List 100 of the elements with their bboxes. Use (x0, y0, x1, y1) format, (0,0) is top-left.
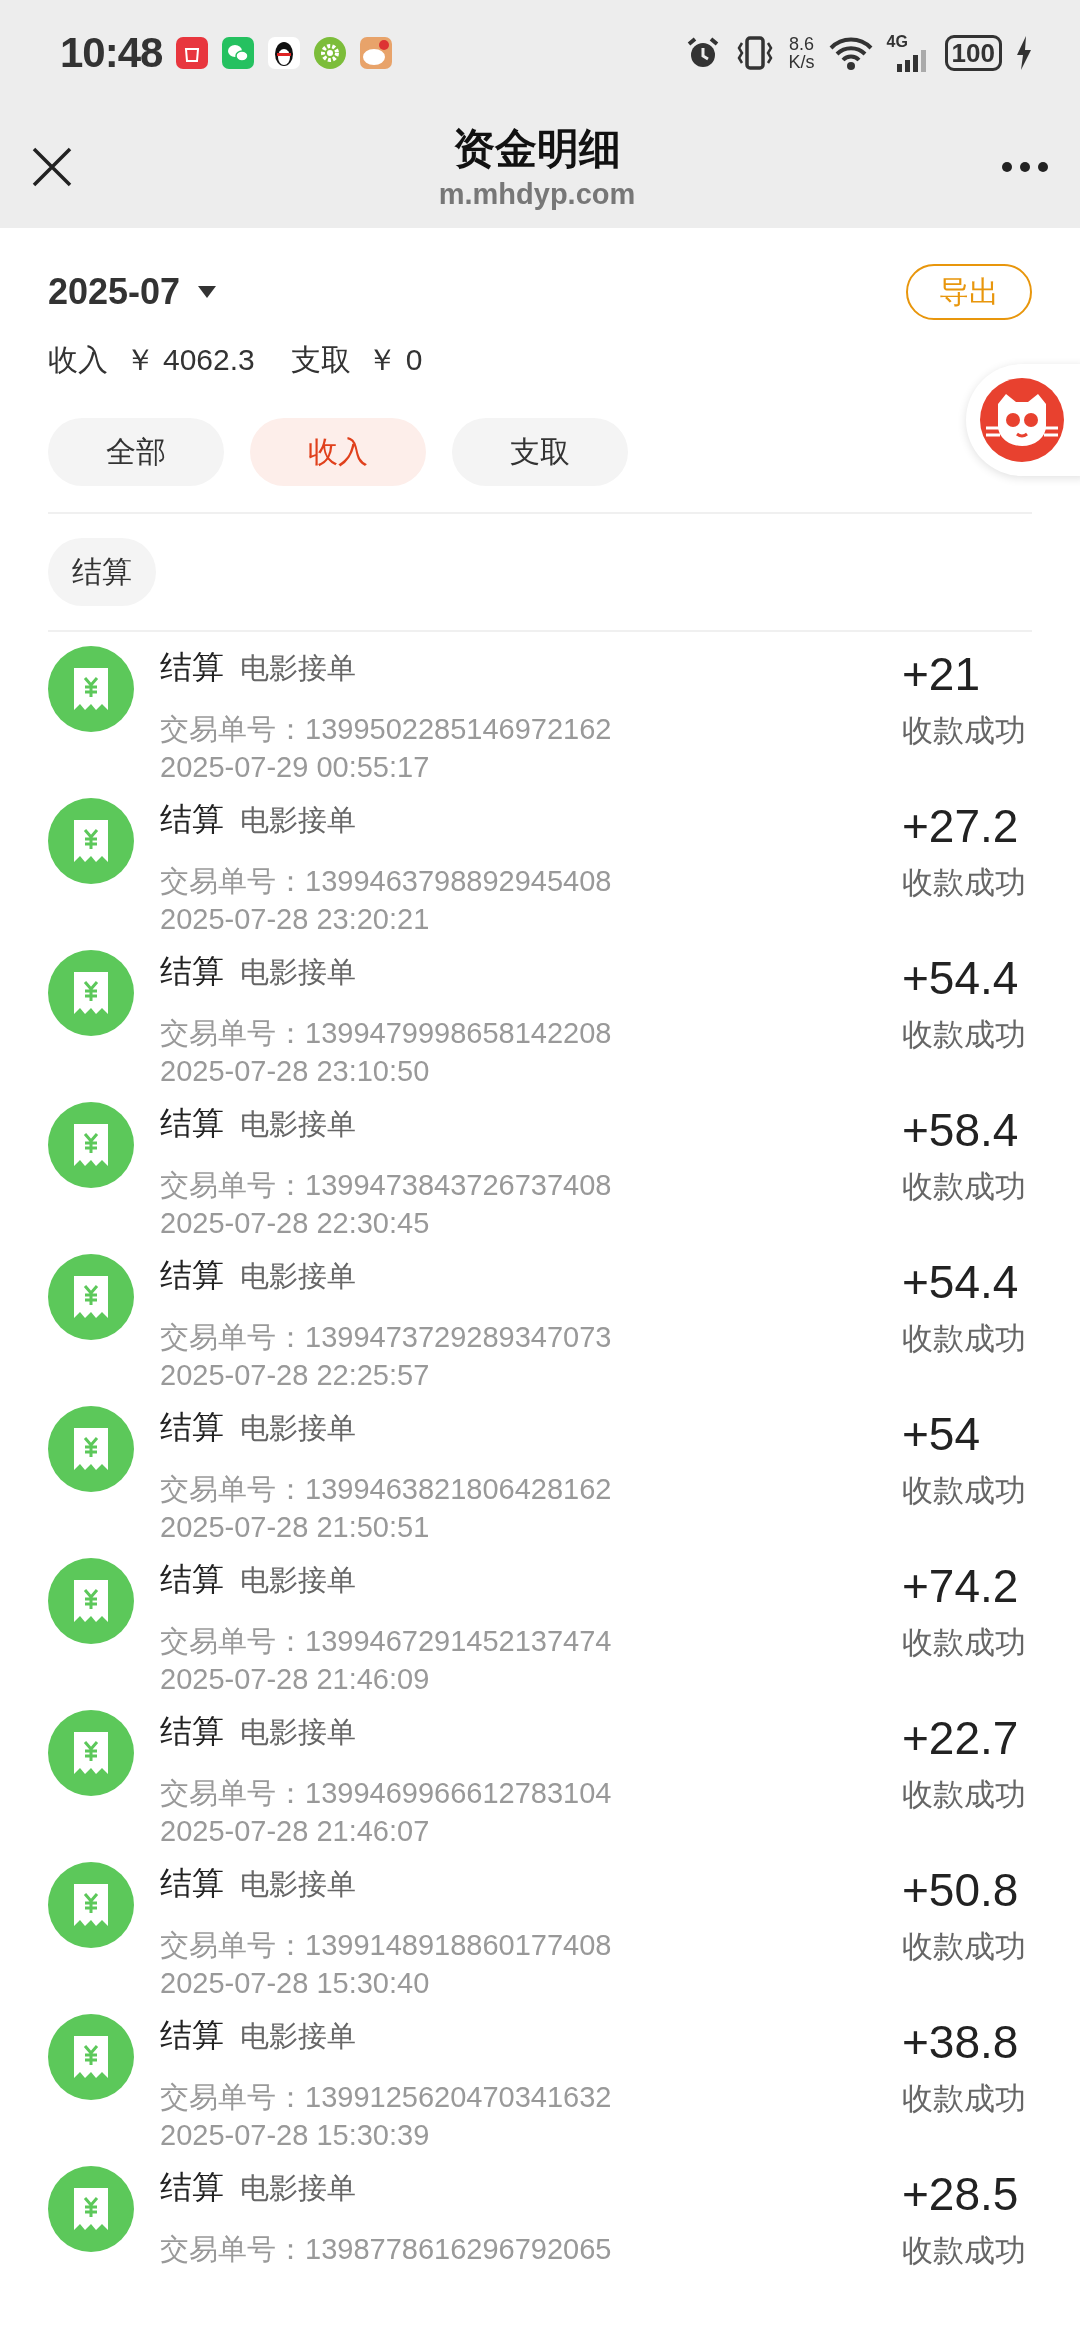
record-time: 2025-07-28 21:46:09 (160, 1662, 431, 1697)
record-category: 结算 (160, 2016, 224, 2055)
dropdown-caret-icon (198, 286, 217, 298)
record-type: 电影接单 (240, 651, 356, 686)
record-amount: +54.4 (902, 1255, 1019, 1310)
order-number: 交易单号：1399467291452137474 (160, 1624, 613, 1659)
network-speed: 8.6 (788, 35, 815, 53)
record-status: 收款成功 (902, 864, 1026, 902)
record-time: 2025-07-28 15:30:40 (160, 1966, 431, 2001)
shopping-bag-app-icon (176, 37, 209, 69)
order-number: 交易单号：1398778616296792065 (160, 2232, 613, 2267)
record-amount: +28.5 (902, 2167, 1019, 2222)
speed-unit: K/s (788, 53, 815, 71)
record-status: 收款成功 (902, 1776, 1026, 1814)
receipt-icon (48, 1710, 134, 1796)
order-number: 交易单号：1399148918860177408 (160, 1928, 613, 1963)
record-category: 结算 (160, 1712, 224, 1751)
order-number: 交易单号：1399473843726737408 (160, 1168, 613, 1203)
record-status: 收款成功 (902, 1928, 1026, 1966)
mascot-app-icon (360, 37, 393, 69)
record-time: 2025-07-28 23:10:50 (160, 1054, 431, 1089)
cat-mascot-button[interactable] (966, 364, 1080, 476)
record-type: 电影接单 (240, 2019, 356, 2054)
page-url: m.mhdyp.com (438, 177, 636, 212)
record-category: 结算 (160, 1560, 224, 1599)
receipt-icon (48, 2166, 134, 2252)
receipt-icon (48, 2014, 134, 2100)
order-number: 交易单号：1399463821806428162 (160, 1472, 613, 1507)
filter-tab[interactable]: 收入 (250, 418, 426, 486)
page-title: 资金明细 (453, 124, 621, 174)
record-type: 电影接单 (240, 803, 356, 838)
record-amount: +50.8 (902, 1863, 1019, 1918)
record-category: 结算 (160, 1104, 224, 1143)
record-time: 2025-07-28 15:30:39 (160, 2118, 431, 2153)
record-type: 电影接单 (240, 1563, 356, 1598)
record-type: 电影接单 (240, 2171, 356, 2206)
record-time: 2025-07-28 23:20:21 (160, 902, 431, 937)
record-type: 电影接单 (240, 955, 356, 990)
record-status: 收款成功 (902, 712, 1026, 750)
record-status: 收款成功 (902, 2232, 1026, 2270)
filter-tab[interactable]: 支取 (452, 418, 628, 486)
record-category: 结算 (160, 648, 224, 687)
record-status: 收款成功 (902, 1168, 1026, 1206)
record-type: 电影接单 (240, 1107, 356, 1142)
receipt-icon (48, 798, 134, 884)
record-status: 收款成功 (902, 1320, 1026, 1358)
receipt-icon (48, 646, 134, 732)
record-status: 收款成功 (902, 1016, 1026, 1054)
record-type: 电影接单 (240, 1259, 356, 1294)
receipt-icon (48, 1862, 134, 1948)
record-amount: +54 (902, 1407, 981, 1462)
summary-total: 支取 ￥ 0 (290, 341, 423, 378)
filter-tab[interactable]: 全部 (48, 418, 224, 486)
record-category: 结算 (160, 1408, 224, 1447)
record-time: 2025-07-29 00:55:17 (160, 750, 431, 785)
record-time: 2025-07-28 22:30:45 (160, 1206, 431, 1241)
more-options-button[interactable] (1000, 160, 1050, 174)
wifi-icon (828, 36, 873, 70)
record-category: 结算 (160, 1256, 224, 1295)
gear-app-icon (314, 37, 347, 69)
charging-bolt-icon (1016, 36, 1032, 70)
summary-total: 收入 ￥ 4062.3 (48, 341, 255, 378)
order-number: 交易单号：1399469966612783104 (160, 1776, 613, 1811)
order-number: 交易单号：1399502285146972162 (160, 712, 613, 747)
chat-app-icon (222, 37, 255, 69)
order-number: 交易单号：1399125620470341632 (160, 2080, 613, 2115)
category-chip[interactable]: 结算 (48, 538, 156, 606)
battery-level: 100 (944, 35, 1002, 71)
record-amount: +58.4 (902, 1103, 1019, 1158)
record-status: 收款成功 (902, 2080, 1026, 2118)
penguin-app-icon (268, 37, 301, 69)
receipt-icon (48, 1254, 134, 1340)
network-type: 4G (886, 34, 908, 50)
record-time: 2025-07-28 21:50:51 (160, 1510, 431, 1545)
record-category: 结算 (160, 1864, 224, 1903)
record-time: 2025-07-28 22:25:57 (160, 1358, 431, 1393)
receipt-icon (48, 1102, 134, 1188)
record-type: 电影接单 (240, 1715, 356, 1750)
record-amount: +38.8 (902, 2015, 1019, 2070)
month-picker[interactable]: 2025-07 (48, 271, 217, 313)
order-number: 交易单号：1399479998658142208 (160, 1016, 613, 1051)
record-type: 电影接单 (240, 1867, 356, 1902)
clock-time: 10:48 (60, 29, 163, 77)
record-category: 结算 (160, 952, 224, 991)
record-category: 结算 (160, 2168, 224, 2207)
record-amount: +54.4 (902, 951, 1019, 1006)
receipt-icon (48, 1558, 134, 1644)
record-amount: +22.7 (902, 1711, 1019, 1766)
receipt-icon (48, 950, 134, 1036)
order-number: 交易单号：1399473729289347073 (160, 1320, 613, 1355)
record-amount: +27.2 (902, 799, 1019, 854)
record-amount: +74.2 (902, 1559, 1019, 1614)
record-status: 收款成功 (902, 1624, 1026, 1662)
order-number: 交易单号：1399463798892945408 (160, 864, 613, 899)
record-time: 2025-07-28 21:46:07 (160, 1814, 431, 1849)
record-type: 电影接单 (240, 1411, 356, 1446)
record-category: 结算 (160, 800, 224, 839)
record-status: 收款成功 (902, 1472, 1026, 1510)
record-amount: +21 (902, 647, 981, 702)
close-button[interactable] (30, 145, 74, 189)
